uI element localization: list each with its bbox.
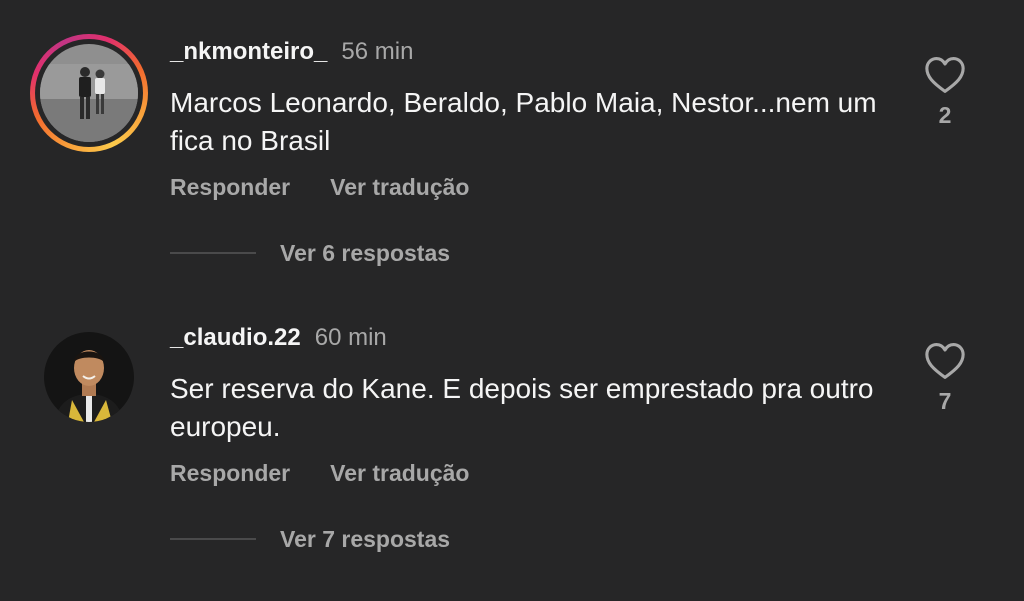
replies-divider-line [170, 537, 256, 540]
see-translation-button[interactable]: Ver tradução [330, 460, 469, 486]
see-translation-button[interactable]: Ver tradução [330, 174, 469, 200]
like-count: 7 [938, 388, 952, 414]
username[interactable]: _nkmonteiro_ [170, 38, 327, 65]
comments-list: _nkmonteiro_ 56 min Marcos Leonardo, Bera… [0, 0, 1024, 601]
heart-outline-icon[interactable] [924, 342, 966, 380]
avatar[interactable] [40, 44, 138, 142]
avatar-container[interactable] [44, 332, 134, 422]
username[interactable]: _claudio.22 [170, 324, 301, 351]
view-replies-button[interactable]: Ver 6 respostas [280, 240, 450, 266]
comment-header: _claudio.22 60 min [170, 324, 387, 352]
comment-text: Ser reserva do Kane. E depois ser empres… [170, 373, 874, 442]
like-count: 2 [938, 102, 952, 128]
heart-outline-icon[interactable] [924, 56, 966, 94]
timestamp: 60 min [314, 324, 387, 351]
comment-actions: Responder Ver tradução [170, 460, 469, 487]
comment-actions: Responder Ver tradução [170, 174, 469, 201]
like-control: 2 [918, 56, 972, 129]
view-replies-button[interactable]: Ver 7 respostas [280, 526, 450, 552]
reply-button[interactable]: Responder [170, 460, 290, 486]
comment-text: Marcos Leonardo, Beraldo, Pablo Maia, Ne… [170, 87, 877, 156]
replies-divider-line [170, 251, 256, 254]
reply-button[interactable]: Responder [170, 174, 290, 200]
timestamp: 56 min [341, 38, 414, 65]
view-replies: Ver 6 respostas [170, 240, 450, 267]
avatar[interactable] [44, 332, 134, 422]
like-control: 7 [918, 342, 972, 415]
comment-header: _nkmonteiro_ 56 min [170, 38, 413, 66]
avatar-story-ring[interactable] [30, 34, 148, 152]
view-replies: Ver 7 respostas [170, 526, 450, 553]
